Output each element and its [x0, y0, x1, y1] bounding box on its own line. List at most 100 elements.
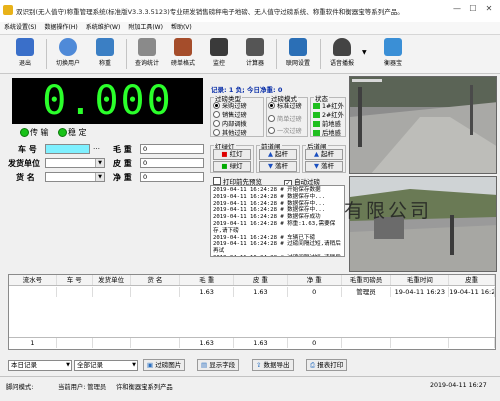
table-total-row: 1 1.63 1.63 0: [9, 337, 495, 348]
column-header: 毛 重: [180, 275, 235, 285]
column-header: 车 号: [57, 275, 93, 285]
weigh-mode-option[interactable]: 标准过磅: [268, 101, 302, 110]
status-mode: 脚问模式:: [6, 384, 34, 391]
table-cell: 1.63: [180, 287, 235, 297]
radio-checked-icon: [268, 102, 275, 109]
total-cell: 1.63: [234, 338, 288, 348]
total-cell: 0: [288, 338, 342, 348]
maximize-button[interactable]: ☐: [466, 3, 480, 15]
window-title: 双识别(无人值守)称重管理系统(标准版V3.3.3.5123)专业研发销售磅秤电…: [16, 8, 404, 16]
weighing-button[interactable]: 称重: [86, 37, 124, 71]
red-light-icon: ■: [221, 150, 228, 158]
voice-icon: [333, 38, 351, 56]
table-row[interactable]: 1.63 1.63 0 管理员 19-04-11 16:23 19-04-11 16:2: [9, 287, 495, 297]
weigh-photo-button[interactable]: ▣ 过磅图片: [143, 359, 186, 371]
menu-help[interactable]: 帮助(V): [167, 22, 196, 34]
weigh-mode-option[interactable]: 一次过磅: [268, 126, 302, 135]
chevron-down-icon: ▼: [95, 159, 104, 167]
table-cell: 19-04-11 16:2: [449, 287, 496, 297]
menu-system-maintenance[interactable]: 系统维护(W): [82, 22, 125, 34]
total-cell: [57, 338, 93, 348]
scale-treasure-button[interactable]: 衡器宝: [374, 37, 412, 71]
gross-weight-field[interactable]: 0: [140, 144, 204, 154]
arrow-down-icon: ▼: [313, 162, 319, 170]
print-report-button[interactable]: ⎙ 报表打印: [306, 359, 348, 371]
menu-system-settings[interactable]: 系统设置(S): [0, 22, 41, 34]
table-cell: [57, 287, 93, 297]
print-icon: ⎙: [310, 361, 316, 369]
column-header: 发货单位: [93, 275, 131, 285]
table-cell: [93, 287, 131, 297]
exit-icon: [16, 38, 34, 56]
export-data-button[interactable]: ⇪ 数据导出: [252, 359, 294, 371]
date-filter-select[interactable]: 本日记录 ▼: [8, 360, 72, 371]
toolbar-separator: [320, 39, 321, 69]
menu-bar: 系统设置(S) 数据操作(H) 系统维护(W) 附加工具(W) 帮助(V): [0, 22, 500, 35]
plate-label: 车 号: [18, 145, 37, 154]
radio-icon: [268, 115, 275, 122]
menu-extra-tools[interactable]: 附加工具(W): [124, 22, 167, 34]
back-gate-down-button[interactable]: ▼ 落杆: [305, 161, 343, 172]
plate-input[interactable]: [45, 144, 90, 154]
camera-view-2[interactable]: [349, 176, 497, 272]
total-cell: [449, 338, 495, 348]
total-cell: 1: [9, 338, 57, 348]
minimize-button[interactable]: —: [450, 3, 464, 15]
monitor-button[interactable]: 监控: [200, 37, 238, 71]
green-light-button[interactable]: ■ 绿灯: [213, 161, 251, 172]
net-weight-field[interactable]: 0: [140, 172, 204, 182]
radio-icon: [268, 127, 275, 134]
show-fields-button[interactable]: ▤ 显示字段: [197, 359, 240, 371]
weigh-type-option[interactable]: 采购过磅: [213, 101, 247, 110]
weigh-type-option[interactable]: 销售过磅: [213, 110, 247, 119]
close-button[interactable]: ✕: [482, 3, 496, 15]
column-header: 流水号: [9, 275, 57, 285]
tare-weight-label: 皮 重: [113, 159, 132, 168]
calculator-button[interactable]: 计算器: [236, 37, 274, 71]
camera-view-1[interactable]: [349, 76, 497, 174]
log-line: 2019-04-11 16:24:28 # 数据保存成功: [213, 214, 321, 221]
stable-indicator-label: 稳 定: [68, 128, 87, 137]
goods-select[interactable]: ▼: [45, 172, 105, 182]
menu-data-operations[interactable]: 数据操作(H): [41, 22, 82, 34]
infrared-2-status: 2#红外: [313, 110, 344, 119]
infrared-1-status: 1#红外: [313, 101, 344, 110]
voice-dropdown-arrow[interactable]: ▼: [362, 49, 367, 56]
checkbox-icon: [213, 177, 221, 185]
switch-user-icon: [59, 38, 77, 56]
transfer-indicator-label: 传 输: [30, 128, 49, 137]
chevron-down-icon: ▼: [95, 173, 104, 181]
scale-treasure-icon: [384, 38, 402, 56]
front-gate-down-button[interactable]: ▼ 落杆: [259, 161, 297, 172]
query-stats-button[interactable]: 查询统计: [128, 37, 166, 71]
weigh-type-option[interactable]: 内部调拨: [213, 119, 247, 128]
event-log: 2019-04-11 16:24:28 # 开始保存数据 2019-04-11 1…: [210, 185, 345, 257]
front-gate-up-button[interactable]: ▲ 起杆: [259, 149, 297, 160]
network-icon: [289, 38, 307, 56]
total-cell: [131, 338, 181, 348]
arrow-up-icon: ▲: [267, 150, 273, 158]
toolbar-separator: [46, 39, 47, 69]
sender-select[interactable]: ▼: [45, 158, 105, 168]
exit-button[interactable]: 退出: [6, 37, 44, 71]
red-light-button[interactable]: ■ 红灯: [213, 149, 251, 160]
table-cell: 管理员: [342, 287, 392, 297]
weighing-icon: [96, 38, 114, 56]
weigh-type-option[interactable]: 其他过磅: [213, 128, 247, 137]
bill-format-button[interactable]: 磅单格式: [164, 37, 202, 71]
front-sensor-status: 前地感: [313, 119, 341, 128]
app-icon: [3, 5, 13, 15]
weigh-mode-option[interactable]: 简单过磅: [268, 114, 302, 123]
record-filter-select[interactable]: 全部记录 ▼: [74, 360, 138, 371]
plate-more-button[interactable]: …: [93, 143, 100, 151]
voice-broadcast-button[interactable]: 语音播报: [323, 37, 361, 71]
log-line: 2019-04-11 16:24:28 # 开始保存数据: [213, 187, 321, 193]
arrow-down-icon: ▼: [267, 162, 273, 170]
toolbar: 退出 切换用户 称重 查询统计 磅单格式 监控 计算器 联网设置 语音播报 ▼ …: [0, 35, 500, 74]
network-settings-button[interactable]: 联网设置: [279, 37, 317, 71]
switch-user-button[interactable]: 切换用户: [49, 37, 87, 71]
tare-weight-field[interactable]: 0: [140, 158, 204, 168]
log-line: 2019-04-11 16:24:28 # 过磅间隔过短,请稍后再试: [213, 241, 341, 255]
log-line: 2019-04-11 16:24:28 # 过磅间隔过短,请稍后再试: [213, 255, 342, 256]
back-gate-up-button[interactable]: ▲ 起杆: [305, 149, 343, 160]
